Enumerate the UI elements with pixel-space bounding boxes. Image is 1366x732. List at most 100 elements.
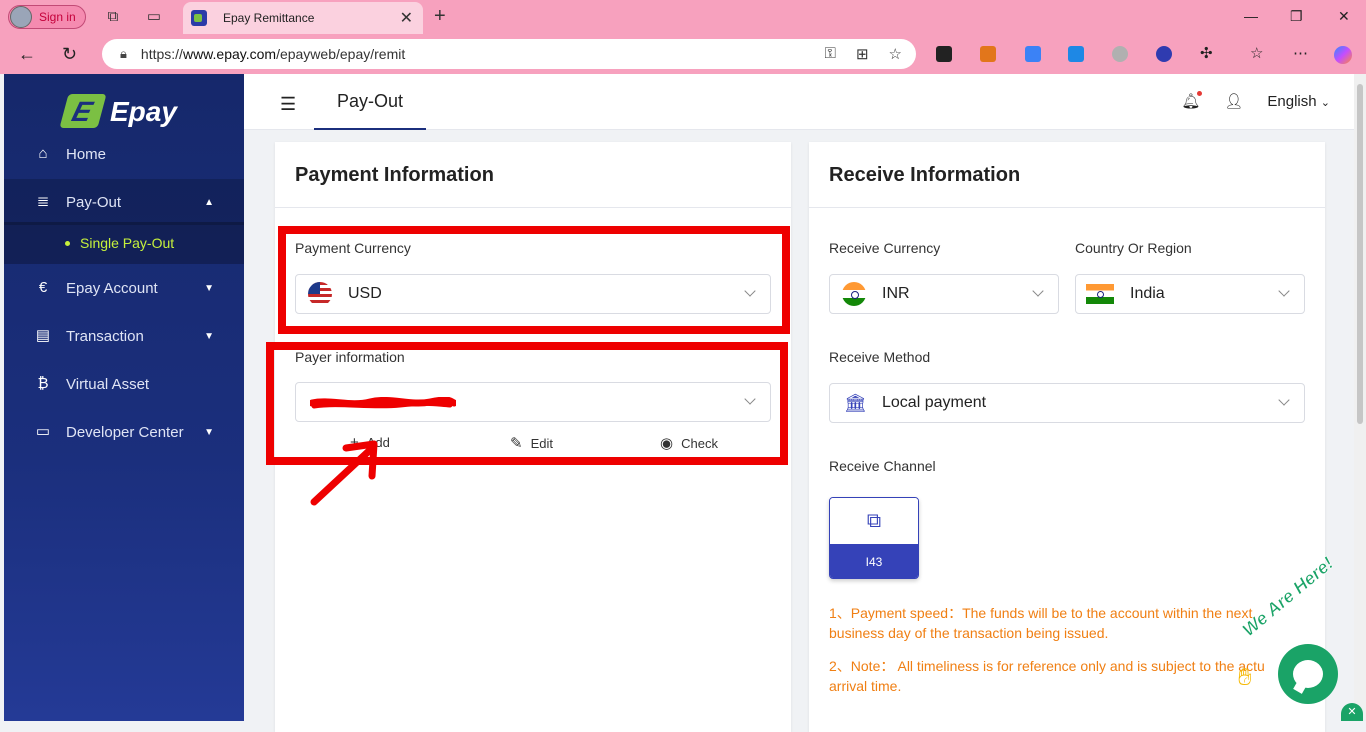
chevron-down-icon <box>1278 285 1290 297</box>
country-region-select[interactable]: India <box>1075 274 1305 314</box>
clipboard-icon: ▤ <box>35 327 51 344</box>
receive-channel-option-i43[interactable]: ⧉ I43 <box>829 497 919 579</box>
timeliness-note: 2、Note： All timeliness is for reference … <box>829 658 1265 694</box>
page-scrollbar[interactable] <box>1354 74 1366 721</box>
close-window-icon[interactable]: ✕ <box>1338 8 1350 25</box>
sidebar-item-developer-center[interactable]: ▭ Developer Center ▼ <box>4 409 244 455</box>
sidebar-item-epay-account[interactable]: € Epay Account ▼ <box>4 265 244 311</box>
chat-bubble-icon <box>1293 660 1323 688</box>
payment-information-title: Payment Information <box>295 164 494 186</box>
close-tab-icon[interactable]: ✕ <box>400 8 413 28</box>
receive-currency-select[interactable]: INR <box>829 274 1059 314</box>
sidebar-item-label: Transaction <box>66 327 144 345</box>
annotation-arrow <box>310 440 378 506</box>
receive-information-card: Receive Information Receive Currency INR… <box>809 142 1325 732</box>
caret-down-icon: ▼ <box>204 330 214 342</box>
epay-account-icon: € <box>38 279 48 296</box>
epay-logo-mark-icon <box>59 94 107 128</box>
sidebar-item-label: Epay Account <box>66 279 158 297</box>
scrollbar-thumb[interactable] <box>1357 84 1363 424</box>
receive-currency-value: INR <box>882 285 910 302</box>
extension-5-icon[interactable] <box>1112 46 1128 62</box>
sidebar-subitem-single-payout[interactable]: Single Pay-Out <box>4 222 244 264</box>
key-icon[interactable]: ⚿ <box>825 45 836 63</box>
bitcoin-icon: ₿ <box>37 375 49 392</box>
payout-icon: ≣ <box>36 193 50 210</box>
chevron-down-icon <box>1278 394 1290 406</box>
receive-method-select[interactable]: 🏛︎ Local payment <box>829 383 1305 423</box>
language-selector[interactable]: English ⌄ <box>1267 93 1330 110</box>
caret-down-icon: ▼ <box>204 426 214 438</box>
user-icon[interactable]: 👤︎ <box>1224 92 1243 110</box>
extension-1-icon[interactable] <box>936 46 952 62</box>
page-header: ☰ Pay-Out 🔔︎ 👤︎ English ⌄ <box>244 74 1354 130</box>
sidebar-item-label: Virtual Asset <box>66 375 150 393</box>
waving-hand-icon: ✋︎ <box>1238 664 1252 691</box>
chevron-down-icon: ⌄ <box>1320 96 1330 109</box>
receive-information-title: Receive Information <box>829 164 1021 186</box>
sidebar-item-virtual-asset[interactable]: ₿ Virtual Asset <box>4 361 244 407</box>
refresh-icon[interactable]: ↻ <box>62 44 77 65</box>
new-tab-icon[interactable]: + <box>434 5 446 28</box>
sidebar-item-label: Home <box>66 145 107 163</box>
notification-bell-icon[interactable]: 🔔︎ <box>1181 91 1203 110</box>
browser-tab-strip: Sign in ⧉ ▭ Epay Remittance ✕ + — ❐ ✕ <box>0 0 1366 34</box>
address-toolbar: ← ↻ 🔒︎ https://www.epay.com/epayweb/epay… <box>0 34 1366 74</box>
channel-label: I43 <box>830 544 918 578</box>
country-region-value: India <box>1130 285 1165 302</box>
sidebar-item-payout[interactable]: ≣ Pay-Out ▲ <box>4 179 244 225</box>
avatar <box>10 6 32 28</box>
payment-speed-note: 1、Payment speed：The funds will be to the… <box>829 605 1253 641</box>
active-dot-icon <box>65 240 70 246</box>
submenu-label: Single Pay-Out <box>80 235 175 251</box>
live-chat-button[interactable] <box>1278 644 1338 704</box>
tab-actions-icon[interactable]: ▭ <box>145 8 163 26</box>
sidebar-item-transaction[interactable]: ▤ Transaction ▼ <box>4 313 244 359</box>
copilot-icon[interactable] <box>1334 46 1352 64</box>
caret-up-icon: ▲ <box>204 196 214 208</box>
receive-currency-label: Receive Currency <box>829 240 941 256</box>
divider <box>809 207 1325 208</box>
extension-6-icon[interactable] <box>1156 46 1172 62</box>
highlight-box-payment-currency <box>278 226 790 334</box>
divider <box>275 207 791 208</box>
extensions-puzzle-icon[interactable]: ✣ <box>1200 44 1213 62</box>
metamask-icon[interactable] <box>980 46 996 62</box>
profile-label: Sign in <box>39 10 76 24</box>
bank-icon: 🏛︎ <box>844 393 867 413</box>
sidebar-item-label: Pay-Out <box>66 193 122 211</box>
sidebar: Epay ⌂ Home ≣ Pay-Out ▲ Single Pay-Out €… <box>4 74 244 721</box>
collections-icon[interactable]: ⧉ <box>104 8 122 26</box>
url-text: https://www.epay.com/epayweb/epay/remit <box>140 46 406 62</box>
chevron-down-icon <box>1032 285 1044 297</box>
favorites-icon[interactable]: ☆ <box>1250 44 1263 62</box>
restore-icon[interactable]: ❐ <box>1290 8 1303 25</box>
sidebar-item-label: Developer Center <box>66 423 184 441</box>
back-icon[interactable]: ← <box>18 44 36 65</box>
profile-button[interactable]: Sign in <box>8 5 86 29</box>
collapse-menu-icon[interactable]: ☰ <box>280 94 296 115</box>
favorite-star-icon[interactable]: ☆ <box>889 45 902 63</box>
apps-icon[interactable]: ⊞ <box>856 45 869 63</box>
minimize-icon[interactable]: — <box>1244 8 1258 24</box>
country-region-label: Country Or Region <box>1075 240 1192 256</box>
india-flag-icon <box>842 282 866 306</box>
lock-icon: 🔒︎ <box>120 46 127 61</box>
tab-payout[interactable]: Pay-Out <box>314 74 426 130</box>
chat-close-icon[interactable]: ✕ <box>1341 703 1363 721</box>
download-extension-icon[interactable] <box>1068 46 1084 62</box>
more-menu-icon[interactable]: ⋯ <box>1293 44 1308 62</box>
address-bar[interactable]: 🔒︎ https://www.epay.com/epayweb/epay/rem… <box>102 39 916 69</box>
sidebar-item-home[interactable]: ⌂ Home <box>4 131 244 177</box>
epay-logo[interactable]: Epay <box>59 94 194 130</box>
home-icon: ⌂ <box>38 145 48 162</box>
india-flag-icon <box>1086 284 1114 304</box>
caret-down-icon: ▼ <box>204 282 214 294</box>
tab-title: Epay Remittance <box>223 11 315 25</box>
tab-epay-remittance[interactable]: Epay Remittance ✕ <box>183 2 423 34</box>
epay-favicon-icon <box>191 10 207 26</box>
receive-method-label: Receive Method <box>829 349 931 365</box>
monitor-icon: ▭ <box>35 423 51 440</box>
extension-3-icon[interactable] <box>1025 46 1041 62</box>
receive-channel-label: Receive Channel <box>829 458 936 474</box>
